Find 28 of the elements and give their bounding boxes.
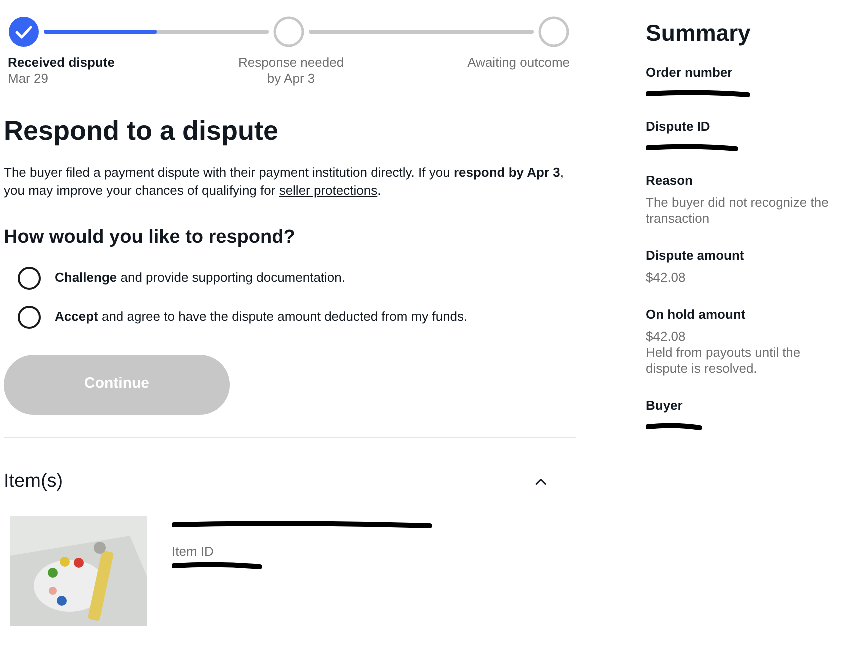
field-value: The buyer did not recognize the <box>646 194 830 210</box>
item-id-label: Item ID <box>172 543 215 561</box>
intro-paragraph: The buyer filed a payment dispute with their payment institution directly. If you respond by Apr 3, you may improve your chances of qualifying for seller protections. <box>4 164 565 200</box>
option-label: Accept and agree to have the dispute amount deducted from my funds. <box>55 308 468 326</box>
seller-protections-link[interactable]: seller protections <box>279 183 378 198</box>
radio-button[interactable] <box>18 306 41 328</box>
field-value: transaction <box>646 210 711 226</box>
summary-title: Summary <box>646 19 752 48</box>
step-date: by Apr 3 <box>267 71 316 87</box>
field-label: On hold amount <box>646 306 747 324</box>
question-heading: How would you like to respond? <box>4 226 296 250</box>
items-section-title: Item(s) <box>4 470 64 494</box>
field-label: Order number <box>646 64 734 82</box>
step-date: Mar 29 <box>8 71 48 87</box>
radio-button[interactable] <box>18 266 41 290</box>
field-label: Dispute amount <box>646 246 746 264</box>
field-label: Dispute ID <box>646 118 712 136</box>
step-label: Awaiting outcome <box>468 55 570 71</box>
field-value: $42.08 <box>646 270 687 286</box>
option-label: Challenge and provide supporting documentation. <box>55 269 346 288</box>
step-label: Response needed <box>238 55 344 71</box>
page-heading: Respond to a dispute <box>4 115 280 148</box>
field-label: Buyer <box>646 396 684 414</box>
field-value: dispute is resolved. <box>646 360 758 376</box>
step-label: Received dispute <box>8 55 115 71</box>
field-label: Reason <box>646 172 694 190</box>
field-value: Held from payouts until the <box>646 344 802 360</box>
field-value: $42.08 <box>646 328 687 344</box>
